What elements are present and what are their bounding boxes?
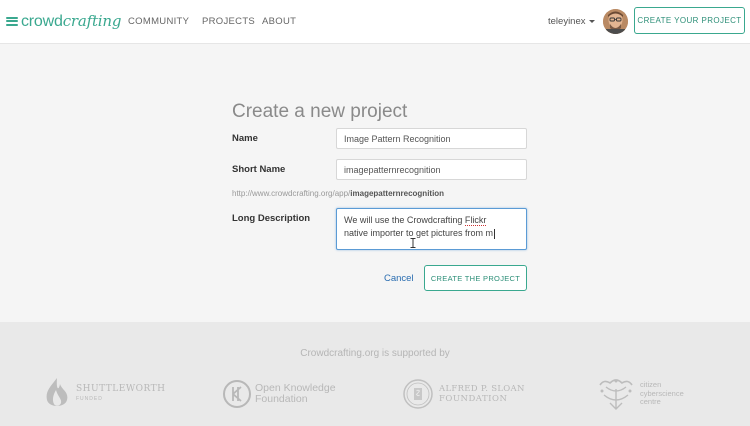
long-description-label: Long Description (232, 213, 311, 224)
ccc-logo-icon (599, 379, 633, 410)
name-label: Name (232, 133, 258, 144)
create-your-project-button[interactable]: CREATE YOUR PROJECT (634, 7, 745, 34)
brand-wordmark: crowdcrafting (21, 11, 122, 30)
create-the-project-button[interactable]: CREATE THE PROJECT (424, 265, 527, 291)
okf-logo-icon (223, 380, 251, 408)
long-description-textarea[interactable]: We will use the Crowdcrafting Flickr nati… (336, 208, 527, 250)
sponsor-sloan[interactable]: ALFRED P. SLOAN FOUNDATION (402, 374, 525, 414)
crowdcrafting-logo-icon (6, 16, 18, 26)
cancel-link[interactable]: Cancel (384, 273, 414, 284)
navbar: crowdcrafting COMMUNITY PROJECTS ABOUT t… (0, 0, 750, 44)
project-url-hint: http://www.crowdcrafting.org/app/imagepa… (232, 189, 445, 198)
nav-link-projects[interactable]: PROJECTS (202, 16, 255, 27)
footer: Crowdcrafting.org is supported by SHUTTL… (0, 322, 750, 426)
user-menu-name[interactable]: teleyinex (548, 16, 586, 27)
crowdcrafting-logo[interactable]: crowdcrafting (6, 11, 121, 31)
caret-down-icon[interactable] (589, 20, 595, 23)
caret-cursor (494, 228, 496, 239)
sloan-seal-icon (403, 379, 433, 409)
sponsor-open-knowledge[interactable]: Open Knowledge Foundation (222, 374, 336, 414)
text-cursor-icon (410, 238, 416, 248)
nav-link-about[interactable]: ABOUT (262, 16, 296, 27)
name-input[interactable]: Image Pattern Recognition (336, 128, 527, 149)
short-name-label: Short Name (232, 164, 286, 175)
page-title: Create a new project (232, 101, 408, 122)
misspelled-word: Flickr (464, 215, 487, 226)
shuttleworth-flame-icon (46, 378, 68, 406)
sponsor-shuttleworth[interactable]: SHUTTLEWORTH FUNDED (42, 374, 165, 414)
sponsor-citizen-cyberscience[interactable]: citizen cyberscience centre (594, 374, 684, 414)
avatar[interactable] (603, 9, 628, 34)
nav-link-community[interactable]: COMMUNITY (128, 16, 189, 27)
supported-by-text: Crowdcrafting.org is supported by (300, 348, 450, 359)
short-name-input[interactable]: imagepatternrecognition (336, 159, 527, 180)
